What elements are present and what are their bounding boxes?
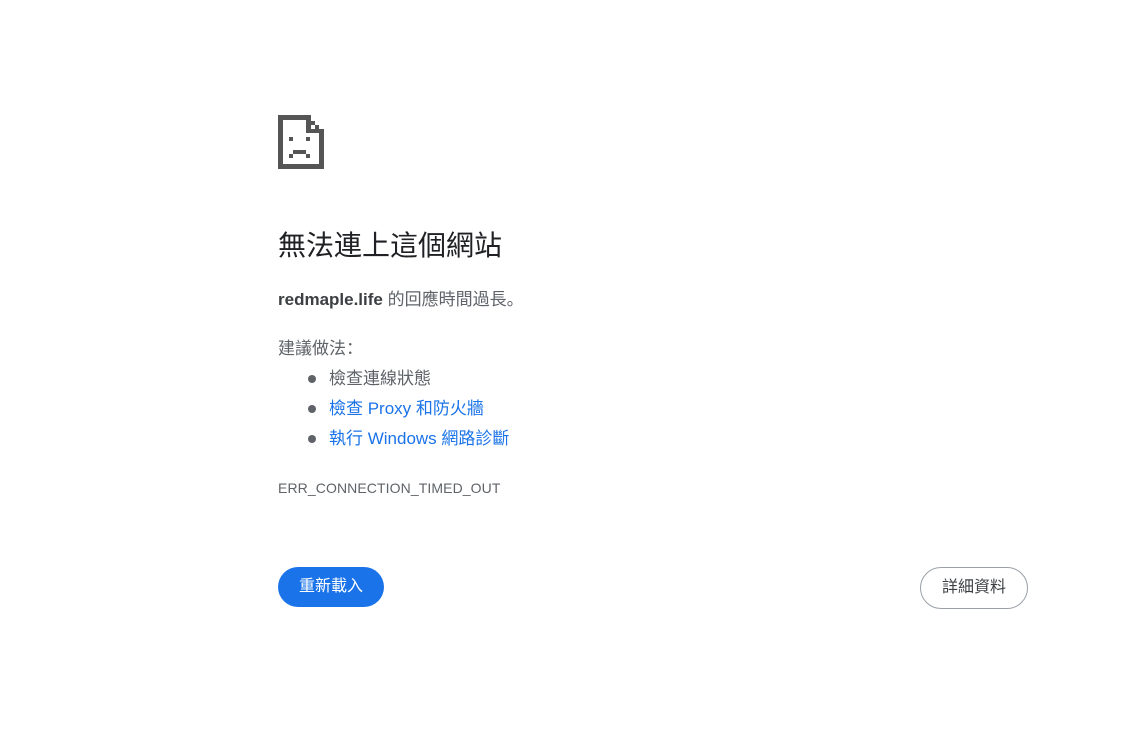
bullet-icon [308,375,316,383]
check-proxy-firewall-link[interactable]: 檢查 Proxy 和防火牆 [329,399,484,418]
error-page: 無法連上這個網站 redmaple.life 的回應時間過長。 建議做法： 檢查… [0,0,1133,751]
error-code: ERR_CONNECTION_TIMED_OUT [278,480,501,496]
bullet-icon [308,405,316,413]
host-name: redmaple.life [278,290,383,309]
suggestion-label: 檢查連線狀態 [329,369,431,388]
bullet-icon [308,435,316,443]
suggestions-list: 檢查連線狀態 檢查 Proxy 和防火牆 執行 Windows 網路診斷 [278,366,509,456]
windows-network-diagnostics-link[interactable]: 執行 Windows 網路診斷 [329,429,509,448]
suggestion-network-diagnostics[interactable]: 執行 Windows 網路診斷 [278,426,509,456]
suggestions-heading: 建議做法： [278,339,363,358]
details-button[interactable]: 詳細資料 [920,567,1028,609]
reload-button[interactable]: 重新載入 [278,567,384,607]
suggestion-check-proxy-firewall[interactable]: 檢查 Proxy 和防火牆 [278,396,509,426]
error-message: 的回應時間過長。 [382,290,524,309]
page-title: 無法連上這個網站 [278,230,503,261]
suggestion-check-connection: 檢查連線狀態 [278,366,509,396]
sad-document-icon [278,115,324,169]
error-description: redmaple.life 的回應時間過長。 [278,288,524,312]
